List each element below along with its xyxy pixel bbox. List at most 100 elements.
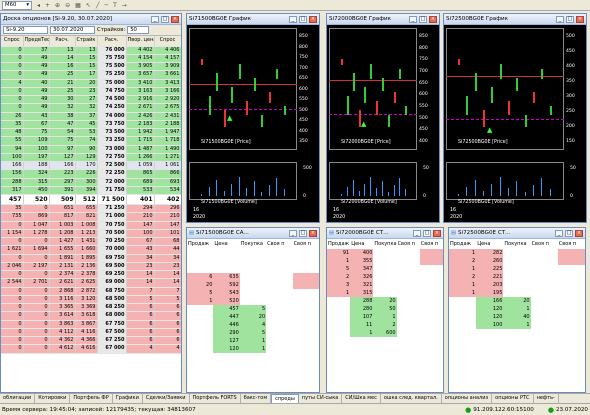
option-cell[interactable]: 127 — [49, 153, 76, 163]
option-cell[interactable]: 1 008 — [75, 221, 98, 230]
option-cell[interactable]: 1 047 — [23, 221, 50, 230]
option-row[interactable]: 735 869 817 821 71 000 210 210 — [1, 212, 181, 222]
ask-row[interactable]: 2 221 — [449, 273, 585, 281]
option-cell[interactable]: 4 — [154, 344, 181, 354]
strike-cell[interactable]: 68 000 — [97, 311, 127, 321]
close-button[interactable]: × — [429, 15, 437, 23]
option-cell[interactable]: 100 — [1, 153, 24, 163]
close-button[interactable]: × — [575, 229, 583, 237]
option-cell[interactable]: 3 867 — [75, 320, 98, 329]
option-row[interactable]: 001 427 1 431 70 250 67 68 — [1, 237, 181, 247]
column-header[interactable]: Своя п — [266, 239, 292, 249]
option-cell[interactable]: 0 — [1, 54, 24, 64]
option-cell[interactable]: 49 — [23, 54, 50, 64]
option-cell[interactable]: 1 694 — [23, 245, 50, 255]
template-combo[interactable]: M60 ▾ — [2, 0, 32, 10]
chart-titlebar[interactable]: Si72000BG0E График _ □ × — [327, 14, 439, 25]
ask-price[interactable]: 635 — [213, 273, 240, 281]
option-cell[interactable]: 655 — [75, 204, 98, 214]
option-cell[interactable]: 226 — [75, 169, 98, 179]
ask-price[interactable]: 592 — [213, 281, 240, 289]
option-cell[interactable]: 0 — [1, 46, 24, 55]
column-header[interactable]: Продаж — [449, 239, 476, 249]
bid-row[interactable]: 120 1 — [187, 345, 319, 353]
workspace-tab[interactable]: Портфель FORTS — [190, 394, 241, 403]
option-cell[interactable]: 0 — [1, 95, 24, 105]
option-cell[interactable]: 6 — [154, 303, 181, 313]
ask-row[interactable]: 1 203 — [449, 281, 585, 289]
option-cell[interactable]: 0 — [1, 344, 24, 354]
option-cell[interactable]: 3 657 — [126, 70, 155, 80]
option-cell[interactable]: 4 — [1, 79, 24, 88]
option-cell[interactable]: 23 — [75, 87, 98, 97]
option-cell[interactable]: 3 863 — [49, 320, 76, 329]
option-cell[interactable]: 32 — [49, 103, 76, 113]
option-cell[interactable]: 21 — [49, 79, 76, 88]
option-row[interactable]: 317 450 391 394 71 750 533 534 — [1, 186, 181, 196]
bid-price[interactable]: 120 — [476, 305, 504, 313]
ask-price[interactable]: 400 — [350, 249, 374, 257]
option-cell[interactable]: 2 431 — [154, 112, 181, 121]
option-cell[interactable]: 0 — [1, 254, 24, 263]
option-cell[interactable]: 101 — [154, 229, 181, 239]
option-row[interactable]: 0 37 13 13 76 000 4 402 4 406 — [1, 46, 181, 55]
option-cell[interactable]: 1 271 — [154, 153, 181, 163]
option-cell[interactable]: 147 — [154, 221, 181, 230]
option-cell[interactable]: 0 — [23, 237, 50, 247]
ask-row[interactable]: 2 260 — [449, 257, 585, 265]
column-header[interactable]: Спрос — [1, 36, 24, 47]
ask-price[interactable]: 195 — [476, 289, 504, 297]
zoom-in-icon[interactable]: ⊕ — [55, 2, 60, 9]
option-cell[interactable]: 402 — [154, 194, 181, 205]
option-cell[interactable]: 296 — [154, 204, 181, 214]
minimize-button[interactable]: _ — [289, 229, 297, 237]
volume-pane[interactable] — [189, 162, 297, 200]
option-cell[interactable]: 1 427 — [49, 237, 76, 247]
workspace-tab[interactable]: Графики — [113, 394, 143, 403]
option-cell[interactable]: 35 — [1, 204, 24, 214]
cross-icon[interactable]: + — [45, 2, 50, 9]
close-button[interactable]: × — [576, 15, 584, 23]
option-cell[interactable]: 5 — [154, 295, 181, 305]
ask-row[interactable]: 5 347 — [327, 265, 443, 273]
option-cell[interactable]: 49 — [23, 95, 50, 105]
option-cell[interactable]: 6 — [154, 320, 181, 329]
column-header[interactable]: Покупка — [503, 239, 530, 249]
ask-row[interactable]: 3 321 — [327, 281, 443, 289]
bid-price[interactable]: 288 — [350, 297, 374, 305]
option-cell[interactable]: 94 — [1, 145, 24, 154]
option-row[interactable]: 01 047 1 003 1 008 70 750 147 147 — [1, 221, 181, 230]
option-row[interactable]: 26 43 38 37 74 000 2 426 2 431 — [1, 112, 181, 121]
minimize-button[interactable]: _ — [409, 15, 417, 23]
option-cell[interactable]: 520 — [23, 194, 50, 205]
minimize-button[interactable]: _ — [556, 15, 564, 23]
option-cell[interactable]: 0 — [1, 70, 24, 80]
arrow-icon[interactable]: → — [122, 2, 127, 9]
option-cell[interactable]: 0 — [23, 311, 50, 321]
option-cell[interactable]: 4 402 — [126, 46, 155, 55]
option-cell[interactable]: 13 — [75, 46, 98, 55]
option-cell[interactable]: 1 942 — [126, 128, 155, 138]
option-cell[interactable]: 0 — [1, 311, 24, 321]
column-header[interactable]: Цена — [213, 239, 239, 249]
bid-price[interactable]: 120 — [213, 345, 240, 353]
minimize-button[interactable]: _ — [289, 15, 297, 23]
option-cell[interactable]: 0 — [1, 295, 24, 305]
bid-price[interactable]: 11 — [350, 321, 374, 329]
bid-price[interactable]: 457 — [213, 305, 240, 313]
ask-price[interactable]: 543 — [213, 289, 240, 297]
bid-row[interactable]: 100 1 — [449, 321, 585, 329]
option-cell[interactable]: 533 — [126, 186, 155, 196]
option-cell[interactable]: 735 — [1, 212, 24, 222]
option-cell[interactable]: 2 426 — [126, 112, 155, 121]
option-cell[interactable]: 4 362 — [49, 336, 76, 346]
option-cell[interactable]: 1 003 — [49, 221, 76, 230]
option-cell[interactable]: 48 — [1, 128, 24, 138]
grid-icon[interactable]: ▦ — [75, 2, 81, 9]
option-row[interactable]: 100 197 127 129 72 750 1 266 1 271 — [1, 153, 181, 163]
bid-price[interactable]: 280 — [350, 305, 374, 313]
minimize-button[interactable]: _ — [413, 229, 421, 237]
option-cell[interactable]: 37 — [75, 112, 98, 121]
maximize-button[interactable]: □ — [565, 229, 573, 237]
ask-row[interactable]: 91 400 — [327, 249, 443, 257]
